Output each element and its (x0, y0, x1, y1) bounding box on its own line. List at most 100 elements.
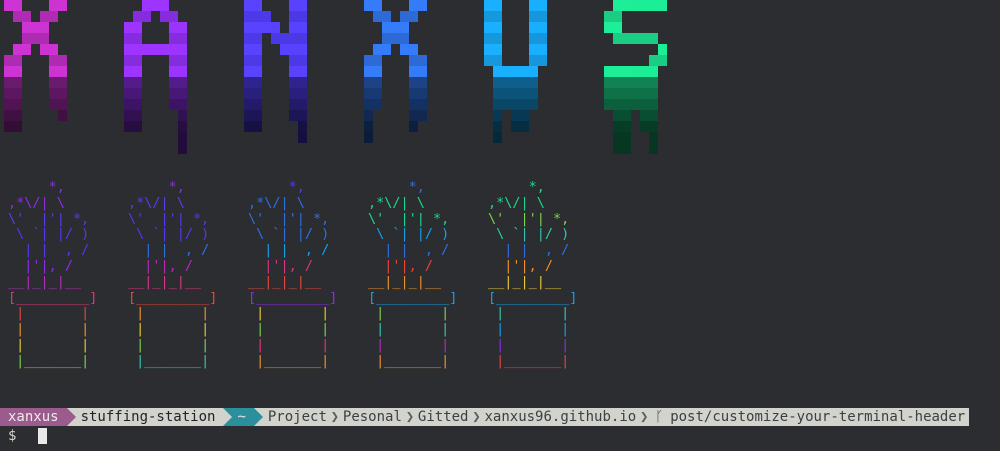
banner-drip (613, 121, 622, 132)
banner-drip (418, 99, 427, 110)
banner-pixel (382, 22, 391, 33)
plant-line: | | , / (488, 242, 570, 259)
command-prompt[interactable]: $ (8, 427, 48, 445)
banner-drip (133, 110, 142, 121)
banner-pixel (640, 33, 649, 44)
banner-pixel (613, 0, 622, 11)
banner-pixel (484, 0, 493, 11)
banner-drip (178, 88, 187, 99)
banner-pixel (49, 0, 58, 11)
banner-drip (529, 77, 538, 88)
banner-drip (520, 121, 529, 132)
plant-line: __|_|_|__ (248, 273, 322, 290)
user-label: xanxus (8, 409, 59, 425)
banner-pixel (400, 33, 409, 44)
banner-pixel (418, 0, 427, 11)
banner-pixel (253, 11, 262, 22)
banner-drip (511, 110, 520, 121)
plant-line: | | , / (368, 242, 450, 259)
plant-line: \ `| |/ ) (248, 226, 330, 243)
banner-drip (178, 110, 187, 121)
banner-drip (604, 77, 613, 88)
banner-drip (649, 121, 658, 132)
plant-line: ,*\/| \ (368, 194, 425, 211)
banner-pixel (13, 11, 22, 22)
plant-line: | | (488, 336, 570, 353)
banner-pixel (658, 0, 667, 11)
plant-line: |'|, / (488, 257, 554, 274)
banner-pixel (373, 0, 382, 11)
banner-drip (124, 77, 133, 88)
banner-pixel (133, 11, 142, 22)
banner-pixel (40, 33, 49, 44)
banner-pixel (4, 66, 13, 77)
banner-pixel (13, 0, 22, 11)
banner-pixel (529, 55, 538, 66)
plant-line: |_______| (488, 352, 570, 369)
banner-pixel (169, 66, 178, 77)
banner-pixel (511, 66, 520, 77)
banner-pixel (400, 44, 409, 55)
banner-pixel (502, 66, 511, 77)
plant-line: \ `| |/ ) (128, 226, 210, 243)
plant-line: \' |'| *, (488, 210, 570, 227)
banner-drip (649, 77, 658, 88)
banner-pixel (484, 22, 493, 33)
plant-line: __|_|_|__ (368, 273, 442, 290)
banner-pixel (58, 55, 67, 66)
banner-drip (631, 99, 640, 110)
banner-drip (169, 88, 178, 99)
banner-drip (58, 77, 67, 88)
banner-pixel (529, 33, 538, 44)
user-segment: xanxus (0, 408, 76, 426)
banner-drip (502, 88, 511, 99)
banner-drip (178, 143, 187, 154)
banner-drip (253, 110, 262, 121)
banner-drip (511, 121, 520, 132)
chevron-right-icon: ❯ (330, 409, 340, 425)
plant-line: |'|, / (8, 257, 74, 274)
banner-pixel (484, 44, 493, 55)
plant-line: | | (368, 336, 450, 353)
banner-pixel (133, 22, 142, 33)
banner-drip (244, 77, 253, 88)
banner-drip (640, 121, 649, 132)
banner-pixel (604, 22, 613, 33)
banner-pixel (280, 44, 289, 55)
banner-drip (640, 110, 649, 121)
banner-pixel (4, 55, 13, 66)
banner-pixel (373, 11, 382, 22)
prompt-statusbar: xanxus stuffing-station ~ Project ❯ Peson… (0, 408, 1000, 426)
banner-pixel (271, 22, 280, 33)
banner-pixel (142, 11, 151, 22)
banner-drip (289, 88, 298, 99)
banner-drip (373, 88, 382, 99)
home-label: ~ (237, 409, 246, 425)
plant-line: \' |'| *, (248, 210, 330, 227)
banner-drip (502, 77, 511, 88)
plant-line: \ `| |/ ) (8, 226, 90, 243)
plant-line: | | (248, 305, 330, 322)
banner-pixel (244, 0, 253, 11)
plant-line: | | (128, 305, 210, 322)
banner-pixel (298, 44, 307, 55)
banner-pixel (493, 0, 502, 11)
banner-pixel (409, 11, 418, 22)
chevron-right-icon: ❯ (472, 409, 481, 425)
banner-pixel (529, 44, 538, 55)
banner-drip (520, 99, 529, 110)
banner-drip (649, 132, 658, 143)
banner-pixel (124, 66, 133, 77)
banner-pixel (373, 55, 382, 66)
banner-drip (493, 110, 502, 121)
banner-pixel (253, 22, 262, 33)
banner-drip (649, 110, 658, 121)
banner-pixel (289, 11, 298, 22)
plant-line: | | , / (128, 242, 210, 259)
banner-drip (640, 88, 649, 99)
plant-line: \' |'| *, (368, 210, 450, 227)
banner-drip (364, 88, 373, 99)
banner-pixel (133, 66, 142, 77)
banner-pixel (58, 66, 67, 77)
banner-pixel (298, 22, 307, 33)
